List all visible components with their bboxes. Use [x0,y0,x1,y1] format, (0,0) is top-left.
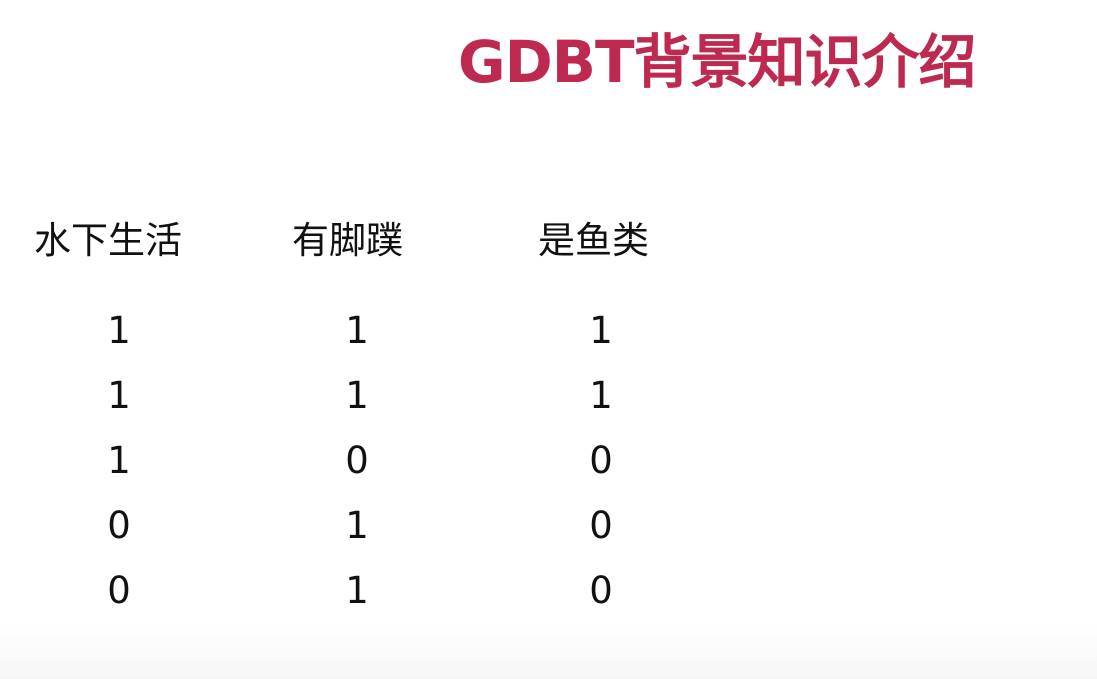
table-cell: 0 [107,504,131,547]
table-cell: 1 [107,439,131,482]
bottom-shade [0,627,1097,679]
table-cell: 1 [345,374,369,417]
table-cell: 0 [589,439,613,482]
table-cell: 1 [589,374,613,417]
table-cell: 1 [107,374,131,417]
table-cell: 1 [345,504,369,547]
column-header-flippers: 有脚蹼 [292,219,403,262]
column-header-is-fish: 是鱼类 [538,219,649,262]
table-cell: 0 [107,569,131,612]
table-cell: 1 [345,569,369,612]
table-cell: 1 [107,309,131,352]
table-cell: 1 [589,309,613,352]
column-header-underwater: 水下生活 [34,219,182,262]
table-cell: 0 [589,569,613,612]
slide-title: GDBT背景知识介绍 [458,28,977,96]
table-cell: 1 [345,309,369,352]
table-cell: 0 [345,439,369,482]
table-cell: 0 [589,504,613,547]
